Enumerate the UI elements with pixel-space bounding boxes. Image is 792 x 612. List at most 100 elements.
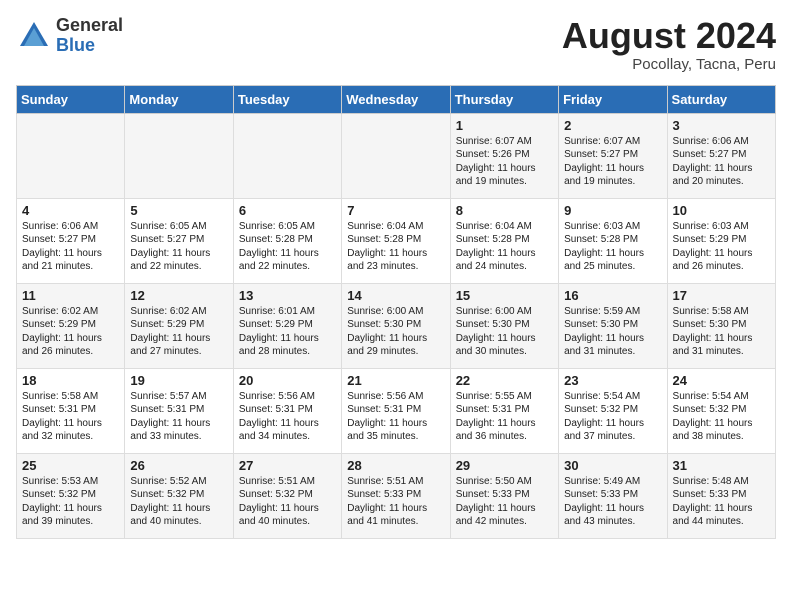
day-info: Sunrise: 6:05 AM Sunset: 5:27 PM Dayligh… xyxy=(130,220,227,274)
month-year: August 2024 xyxy=(562,16,776,56)
calendar-cell: 16Sunrise: 5:59 AM Sunset: 5:30 PM Dayli… xyxy=(559,283,667,368)
day-info: Sunrise: 6:06 AM Sunset: 5:27 PM Dayligh… xyxy=(22,220,119,274)
day-number: 20 xyxy=(239,373,336,388)
calendar-cell: 12 Sunrise: 6:02 AM Sunset: 5:29 PM Dayli… xyxy=(125,283,233,368)
day-info: Sunrise: 6:04 AM Sunset: 5:28 PM Dayligh… xyxy=(456,220,553,274)
calendar-cell: 27 Sunrise: 5:51 AM Sunset: 5:32 PM Dayli… xyxy=(233,453,341,538)
day-number: 11 xyxy=(22,288,119,303)
day-number: 15 xyxy=(456,288,553,303)
calendar-cell: 3 Sunrise: 6:06 AM Sunset: 5:27 PM Daylig… xyxy=(667,113,775,198)
day-info: Sunrise: 6:01 AM Sunset: 5:29 PM Dayligh… xyxy=(239,305,336,359)
calendar-cell: 25Sunrise: 5:53 AM Sunset: 5:32 PM Dayli… xyxy=(17,453,125,538)
calendar-cell: 2 Sunrise: 6:07 AM Sunset: 5:27 PM Daylig… xyxy=(559,113,667,198)
day-number: 8 xyxy=(456,203,553,218)
calendar-cell: 6Sunrise: 6:05 AM Sunset: 5:28 PM Daylig… xyxy=(233,198,341,283)
day-number: 19 xyxy=(130,373,227,388)
weekday-header-monday: Monday xyxy=(125,85,233,113)
weekday-header-saturday: Saturday xyxy=(667,85,775,113)
calendar-cell: 23Sunrise: 5:54 AM Sunset: 5:32 PM Dayli… xyxy=(559,368,667,453)
calendar-cell: 26 Sunrise: 5:52 AM Sunset: 5:32 PM Dayli… xyxy=(125,453,233,538)
day-number: 26 xyxy=(130,458,227,473)
day-info: Sunrise: 5:48 AM Sunset: 5:33 PM Dayligh… xyxy=(673,475,770,529)
calendar-cell: 1Sunrise: 6:07 AM Sunset: 5:26 PM Daylig… xyxy=(450,113,558,198)
location: Pocollay, Tacna, Peru xyxy=(562,56,776,73)
day-number: 10 xyxy=(673,203,770,218)
day-number: 18 xyxy=(22,373,119,388)
day-info: Sunrise: 6:04 AM Sunset: 5:28 PM Dayligh… xyxy=(347,220,444,274)
calendar-cell xyxy=(125,113,233,198)
calendar-week-row: 11 Sunrise: 6:02 AM Sunset: 5:29 PM Dayli… xyxy=(17,283,776,368)
calendar-cell: 24Sunrise: 5:54 AM Sunset: 5:32 PM Dayli… xyxy=(667,368,775,453)
calendar-cell: 21 Sunrise: 5:56 AM Sunset: 5:31 PM Dayli… xyxy=(342,368,450,453)
day-info: Sunrise: 6:06 AM Sunset: 5:27 PM Dayligh… xyxy=(673,135,770,189)
day-info: Sunrise: 5:57 AM Sunset: 5:31 PM Dayligh… xyxy=(130,390,227,444)
day-info: Sunrise: 6:00 AM Sunset: 5:30 PM Dayligh… xyxy=(347,305,444,359)
day-number: 31 xyxy=(673,458,770,473)
day-info: Sunrise: 5:54 AM Sunset: 5:32 PM Dayligh… xyxy=(564,390,661,444)
day-number: 3 xyxy=(673,118,770,133)
day-number: 5 xyxy=(130,203,227,218)
day-number: 30 xyxy=(564,458,661,473)
calendar-cell: 9 Sunrise: 6:03 AM Sunset: 5:28 PM Daylig… xyxy=(559,198,667,283)
day-info: Sunrise: 5:58 AM Sunset: 5:30 PM Dayligh… xyxy=(673,305,770,359)
calendar-week-row: 25Sunrise: 5:53 AM Sunset: 5:32 PM Dayli… xyxy=(17,453,776,538)
day-info: Sunrise: 6:03 AM Sunset: 5:28 PM Dayligh… xyxy=(564,220,661,274)
day-info: Sunrise: 6:00 AM Sunset: 5:30 PM Dayligh… xyxy=(456,305,553,359)
day-number: 14 xyxy=(347,288,444,303)
day-number: 24 xyxy=(673,373,770,388)
calendar-cell: 10 Sunrise: 6:03 AM Sunset: 5:29 PM Dayli… xyxy=(667,198,775,283)
calendar-cell: 18 Sunrise: 5:58 AM Sunset: 5:31 PM Dayli… xyxy=(17,368,125,453)
day-info: Sunrise: 5:59 AM Sunset: 5:30 PM Dayligh… xyxy=(564,305,661,359)
calendar-table: SundayMondayTuesdayWednesdayThursdayFrid… xyxy=(16,85,776,539)
weekday-header-tuesday: Tuesday xyxy=(233,85,341,113)
logo-icon xyxy=(16,18,52,54)
day-number: 28 xyxy=(347,458,444,473)
calendar-cell: 20 Sunrise: 5:56 AM Sunset: 5:31 PM Dayli… xyxy=(233,368,341,453)
day-info: Sunrise: 5:51 AM Sunset: 5:32 PM Dayligh… xyxy=(239,475,336,529)
day-number: 9 xyxy=(564,203,661,218)
day-number: 22 xyxy=(456,373,553,388)
calendar-week-row: 4 Sunrise: 6:06 AM Sunset: 5:27 PM Daylig… xyxy=(17,198,776,283)
weekday-header-row: SundayMondayTuesdayWednesdayThursdayFrid… xyxy=(17,85,776,113)
day-info: Sunrise: 5:56 AM Sunset: 5:31 PM Dayligh… xyxy=(239,390,336,444)
day-info: Sunrise: 5:50 AM Sunset: 5:33 PM Dayligh… xyxy=(456,475,553,529)
day-number: 6 xyxy=(239,203,336,218)
logo-text: General Blue xyxy=(56,16,123,56)
calendar-cell: 28 Sunrise: 5:51 AM Sunset: 5:33 PM Dayli… xyxy=(342,453,450,538)
calendar-cell xyxy=(17,113,125,198)
weekday-header-thursday: Thursday xyxy=(450,85,558,113)
day-number: 17 xyxy=(673,288,770,303)
weekday-header-friday: Friday xyxy=(559,85,667,113)
logo-general-label: General xyxy=(56,16,123,36)
calendar-cell: 14 Sunrise: 6:00 AM Sunset: 5:30 PM Dayli… xyxy=(342,283,450,368)
day-info: Sunrise: 6:07 AM Sunset: 5:27 PM Dayligh… xyxy=(564,135,661,189)
day-info: Sunrise: 5:58 AM Sunset: 5:31 PM Dayligh… xyxy=(22,390,119,444)
weekday-header-sunday: Sunday xyxy=(17,85,125,113)
day-number: 12 xyxy=(130,288,227,303)
calendar-cell: 19 Sunrise: 5:57 AM Sunset: 5:31 PM Dayli… xyxy=(125,368,233,453)
day-number: 2 xyxy=(564,118,661,133)
calendar-cell: 4 Sunrise: 6:06 AM Sunset: 5:27 PM Daylig… xyxy=(17,198,125,283)
logo-blue-label: Blue xyxy=(56,36,123,56)
day-number: 1 xyxy=(456,118,553,133)
day-info: Sunrise: 5:52 AM Sunset: 5:32 PM Dayligh… xyxy=(130,475,227,529)
day-number: 27 xyxy=(239,458,336,473)
calendar-cell: 30 Sunrise: 5:49 AM Sunset: 5:33 PM Dayli… xyxy=(559,453,667,538)
calendar-cell xyxy=(233,113,341,198)
day-info: Sunrise: 6:03 AM Sunset: 5:29 PM Dayligh… xyxy=(673,220,770,274)
calendar-cell: 22Sunrise: 5:55 AM Sunset: 5:31 PM Dayli… xyxy=(450,368,558,453)
title-area: August 2024 Pocollay, Tacna, Peru xyxy=(562,16,776,73)
day-info: Sunrise: 5:49 AM Sunset: 5:33 PM Dayligh… xyxy=(564,475,661,529)
day-number: 4 xyxy=(22,203,119,218)
header: General Blue August 2024 Pocollay, Tacna… xyxy=(16,16,776,73)
day-number: 29 xyxy=(456,458,553,473)
day-info: Sunrise: 6:02 AM Sunset: 5:29 PM Dayligh… xyxy=(130,305,227,359)
calendar-cell: 11Sunrise: 6:02 AM Sunset: 5:29 PM Dayli… xyxy=(17,283,125,368)
logo: General Blue xyxy=(16,16,123,56)
day-info: Sunrise: 5:51 AM Sunset: 5:33 PM Dayligh… xyxy=(347,475,444,529)
day-info: Sunrise: 5:56 AM Sunset: 5:31 PM Dayligh… xyxy=(347,390,444,444)
calendar-cell: 5 Sunrise: 6:05 AM Sunset: 5:27 PM Daylig… xyxy=(125,198,233,283)
day-number: 21 xyxy=(347,373,444,388)
day-number: 13 xyxy=(239,288,336,303)
calendar-cell: 15 Sunrise: 6:00 AM Sunset: 5:30 PM Dayli… xyxy=(450,283,558,368)
